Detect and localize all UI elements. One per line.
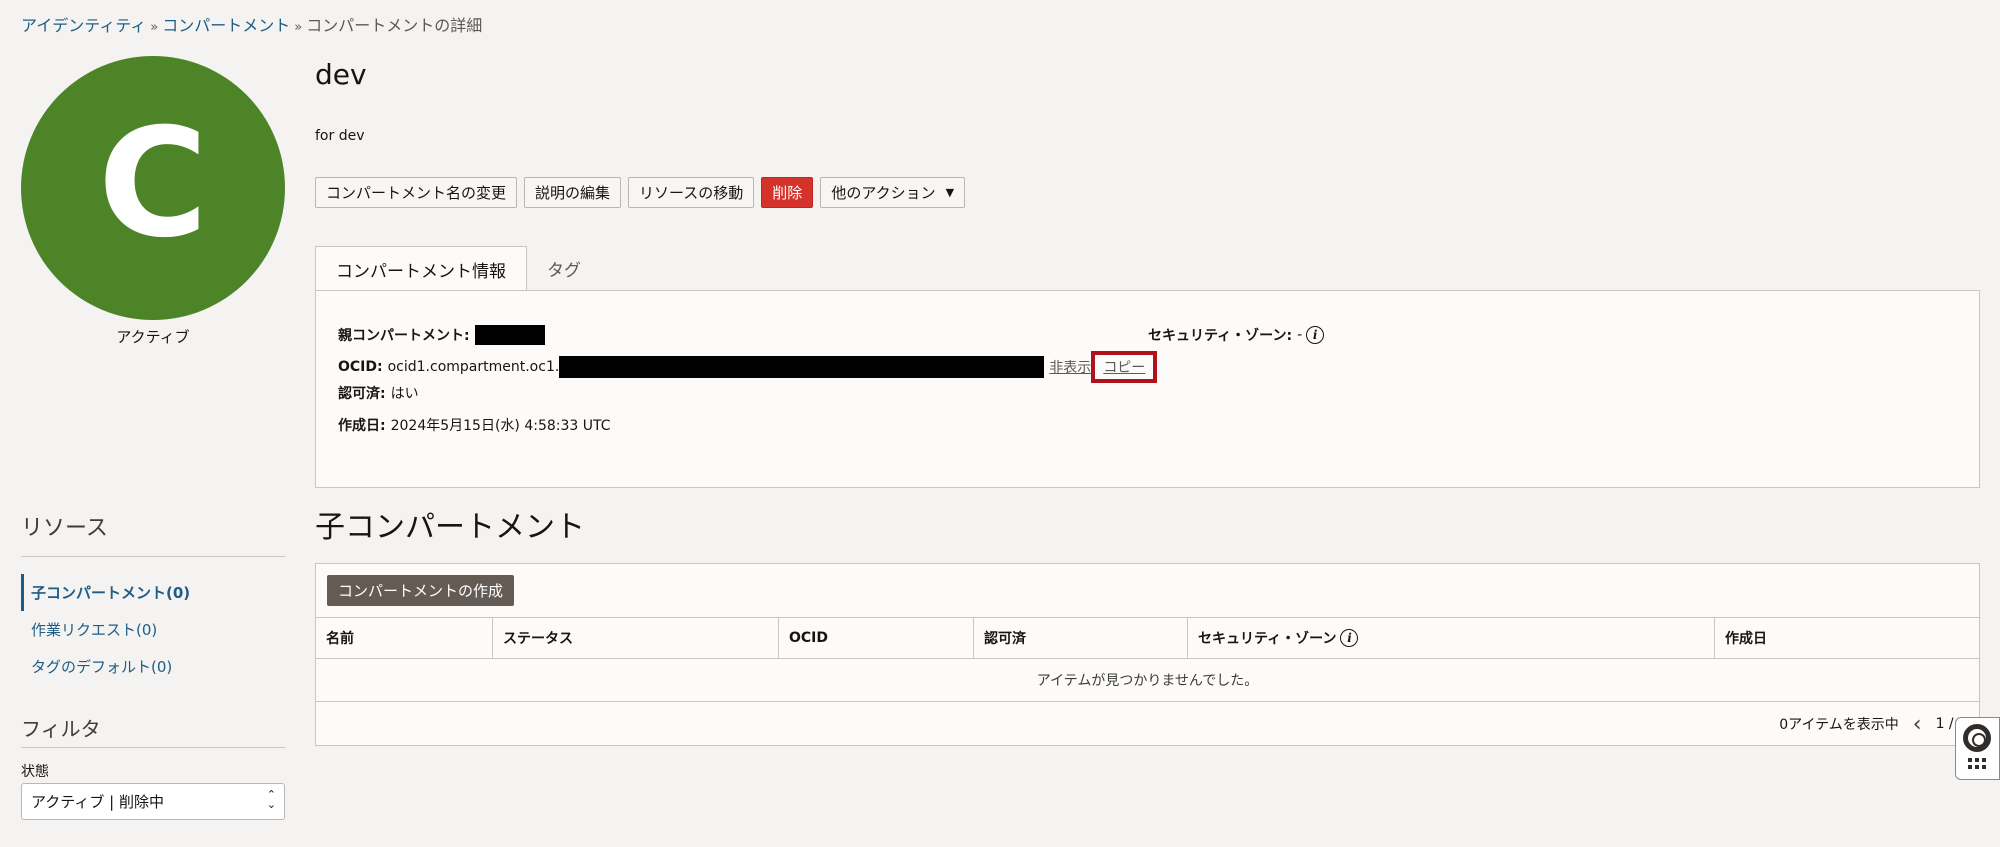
- copy-link[interactable]: コピー: [1103, 360, 1145, 376]
- table-header: 名前 ステータス OCID 認可済 セキュリティ・ゾーン i 作成日: [316, 617, 1979, 659]
- ocid-row: OCID: ocid1.compartment.oc1. 非表示 コピー: [338, 351, 1158, 383]
- resource-item-work-requests[interactable]: 作業リクエスト(0): [21, 611, 285, 648]
- grid-icon[interactable]: [1968, 758, 1986, 769]
- copy-highlight: コピー: [1091, 351, 1158, 383]
- lifebuoy-icon[interactable]: [1963, 724, 1991, 752]
- created-row: 作成日: 2024年5月15日(水) 4:58:33 UTC: [338, 415, 611, 435]
- info-icon[interactable]: i: [1306, 326, 1325, 344]
- chevron-left-icon[interactable]: ‹: [1913, 712, 1922, 737]
- hide-link[interactable]: 非表示: [1049, 357, 1091, 377]
- column-ocid[interactable]: OCID: [779, 618, 974, 658]
- redacted-parent: [474, 325, 545, 345]
- column-authorized[interactable]: 認可済: [974, 618, 1188, 658]
- breadcrumb-compartments[interactable]: コンパートメント: [162, 16, 290, 35]
- avatar: C: [21, 56, 285, 320]
- breadcrumb-current: コンパートメントの詳細: [306, 16, 483, 35]
- authorized-label: 認可済:: [338, 386, 386, 402]
- resources-title: リソース: [21, 516, 108, 541]
- tab-tags[interactable]: タグ: [527, 246, 601, 290]
- redacted-ocid: [559, 356, 1045, 378]
- security-zone-row: セキュリティ・ゾーン: - i: [1148, 325, 1325, 345]
- created-label: 作成日:: [338, 418, 386, 434]
- child-compartments-table: コンパートメントの作成 名前 ステータス OCID 認可済 セキュリティ・ゾーン…: [315, 563, 1980, 746]
- items-count: 0アイテムを表示中: [1779, 717, 1899, 733]
- breadcrumb-separator: »: [294, 20, 303, 35]
- column-status[interactable]: ステータス: [493, 618, 779, 658]
- breadcrumb-identity[interactable]: アイデンティティ: [21, 16, 146, 35]
- state-value: アクティブ | 削除中: [31, 793, 164, 811]
- delete-button[interactable]: 削除: [761, 177, 814, 208]
- security-zone-label: セキュリティ・ゾーン:: [1148, 328, 1293, 344]
- column-security-zone[interactable]: セキュリティ・ゾーン i: [1188, 618, 1715, 658]
- divider: [21, 556, 285, 557]
- create-compartment-button[interactable]: コンパートメントの作成: [327, 575, 515, 606]
- authorized-value: はい: [390, 386, 419, 402]
- section-title: 子コンパートメント: [315, 510, 585, 545]
- help-widget[interactable]: [1955, 717, 2000, 780]
- detail-tabs: コンパートメント情報 タグ: [315, 246, 601, 291]
- caret-down-icon: ▼: [945, 186, 955, 199]
- avatar-letter: C: [97, 97, 209, 271]
- action-toolbar: コンパートメント名の変更 説明の編集 リソースの移動 削除 他のアクション ▼: [315, 177, 966, 208]
- filter-title: フィルタ: [21, 717, 101, 741]
- breadcrumb: アイデンティティ» コンパートメント» コンパートメントの詳細: [21, 12, 482, 36]
- resource-item-tag-defaults[interactable]: タグのデフォルト(0): [21, 648, 285, 685]
- parent-compartment-row: 親コンパートメント:: [338, 325, 545, 345]
- divider: [21, 747, 285, 748]
- authorized-row: 認可済: はい: [338, 383, 419, 403]
- state-select[interactable]: アクティブ | 削除中 ⌃ ⌄: [21, 783, 285, 820]
- updown-chevron-icon: ⌃ ⌄: [266, 788, 276, 811]
- column-security-zone-label: セキュリティ・ゾーン: [1198, 631, 1337, 647]
- status-label: アクティブ: [116, 328, 190, 346]
- move-resources-button[interactable]: リソースの移動: [628, 177, 755, 208]
- breadcrumb-separator: »: [150, 20, 159, 35]
- created-value: 2024年5月15日(水) 4:58:33 UTC: [390, 418, 611, 434]
- ocid-prefix: ocid1.compartment.oc1.: [387, 359, 560, 375]
- more-actions-button[interactable]: 他のアクション ▼: [820, 177, 966, 208]
- ocid-label: OCID:: [338, 359, 383, 375]
- edit-description-button[interactable]: 説明の編集: [524, 177, 622, 208]
- more-actions-label: 他のアクション: [831, 184, 936, 202]
- info-icon[interactable]: i: [1340, 629, 1359, 647]
- resource-item-child-compartments[interactable]: 子コンパートメント(0): [21, 574, 285, 611]
- tab-compartment-info[interactable]: コンパートメント情報: [315, 246, 527, 291]
- security-zone-value: -: [1297, 327, 1303, 343]
- page-title: dev: [315, 58, 367, 91]
- compartment-info-panel: 親コンパートメント: OCID: ocid1.compartment.oc1. …: [315, 290, 1980, 488]
- parent-label: 親コンパートメント:: [338, 328, 470, 344]
- state-label: 状態: [21, 764, 49, 780]
- page-description: for dev: [315, 128, 365, 144]
- column-created[interactable]: 作成日: [1715, 618, 1979, 658]
- table-footer: 0アイテムを表示中 ‹ 1 / 1: [1779, 702, 1967, 746]
- column-name[interactable]: 名前: [316, 618, 493, 658]
- empty-message: アイテムが見つかりませんでした。: [316, 659, 1979, 702]
- resources-menu: 子コンパートメント(0) 作業リクエスト(0) タグのデフォルト(0): [21, 574, 285, 685]
- rename-button[interactable]: コンパートメント名の変更: [315, 177, 518, 208]
